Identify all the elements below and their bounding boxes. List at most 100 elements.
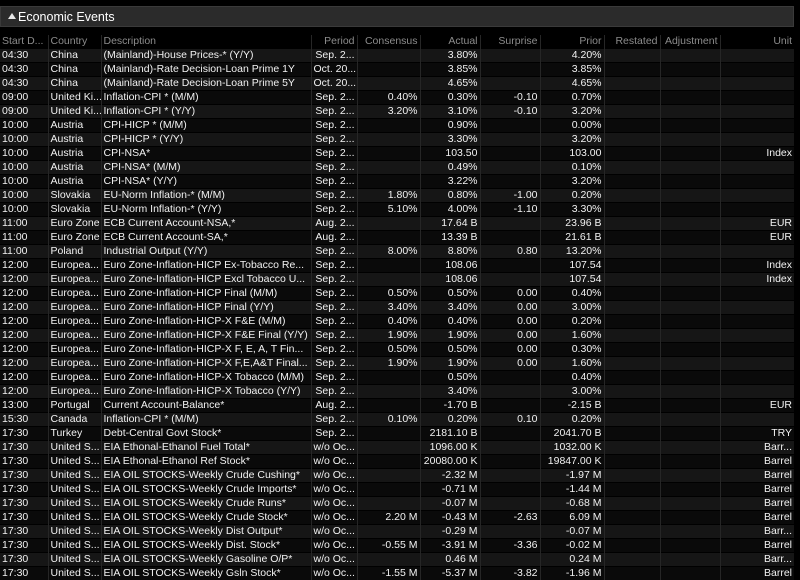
cell-period: Sep. 2... bbox=[311, 203, 357, 217]
table-row[interactable]: 17:30United S...EIA Ethonal-Ethanol Fuel… bbox=[0, 441, 794, 455]
table-row[interactable]: 15:30CanadaInflation-CPI * (M/M)Sep. 2..… bbox=[0, 413, 794, 427]
cell-surprise bbox=[480, 77, 540, 91]
table-row[interactable]: 17:30United S...EIA OIL STOCKS-Weekly Cr… bbox=[0, 511, 794, 525]
collapse-triangle-icon[interactable] bbox=[8, 13, 16, 19]
table-row[interactable]: 10:00SlovakiaEU-Norm Inflation-* (M/M)Se… bbox=[0, 189, 794, 203]
cell-adjustment bbox=[660, 147, 720, 161]
table-row[interactable]: 11:00PolandIndustrial Output (Y/Y)Sep. 2… bbox=[0, 245, 794, 259]
table-row[interactable]: 11:00Euro ZoneECB Current Account-NSA,*A… bbox=[0, 217, 794, 231]
table-row[interactable]: 17:30United S...EIA OIL STOCKS-Weekly Di… bbox=[0, 539, 794, 553]
cell-restated bbox=[604, 203, 660, 217]
cell-period: w/o Oc... bbox=[311, 455, 357, 469]
column-header-start-date[interactable]: Start D... bbox=[0, 35, 48, 49]
cell-actual: -1.70 B bbox=[420, 399, 480, 413]
table-row[interactable]: 12:00Europea...Euro Zone-Inflation-HICP … bbox=[0, 287, 794, 301]
table-row[interactable]: 04:30China(Mainland)-Rate Decision-Loan … bbox=[0, 63, 794, 77]
table-row[interactable]: 17:30United S...EIA Ethonal-Ethanol Ref … bbox=[0, 455, 794, 469]
cell-surprise bbox=[480, 553, 540, 567]
table-row[interactable]: 17:30United S...EIA OIL STOCKS-Weekly Di… bbox=[0, 525, 794, 539]
cell-country: United S... bbox=[48, 469, 101, 483]
cell-surprise bbox=[480, 119, 540, 133]
table-row[interactable]: 17:30United S...EIA OIL STOCKS-Weekly Ga… bbox=[0, 553, 794, 567]
cell-adjustment bbox=[660, 399, 720, 413]
column-header-consensus[interactable]: Consensus bbox=[357, 35, 420, 49]
table-row[interactable]: 12:00Europea...Euro Zone-Inflation-HICP-… bbox=[0, 357, 794, 371]
cell-consensus bbox=[357, 399, 420, 413]
column-header-period[interactable]: Period bbox=[311, 35, 357, 49]
cell-consensus: 2.20 M bbox=[357, 511, 420, 525]
table-row[interactable]: 12:00Europea...Euro Zone-Inflation-HICP-… bbox=[0, 371, 794, 385]
table-row[interactable]: 04:30China(Mainland)-Rate Decision-Loan … bbox=[0, 77, 794, 91]
table-row[interactable]: 11:00Euro ZoneECB Current Account-SA,*Au… bbox=[0, 231, 794, 245]
cell-period: w/o Oc... bbox=[311, 511, 357, 525]
table-row[interactable]: 12:00Europea...Euro Zone-Inflation-HICP … bbox=[0, 259, 794, 273]
cell-country: United S... bbox=[48, 497, 101, 511]
cell-start-date: 17:30 bbox=[0, 427, 48, 441]
cell-surprise: 0.10 bbox=[480, 413, 540, 427]
cell-consensus: 3.20% bbox=[357, 105, 420, 119]
cell-country: Austria bbox=[48, 161, 101, 175]
column-header-prior[interactable]: Prior bbox=[540, 35, 604, 49]
table-row[interactable]: 10:00AustriaCPI-NSA* (Y/Y)Sep. 2...3.22%… bbox=[0, 175, 794, 189]
cell-consensus bbox=[357, 371, 420, 385]
cell-actual: -0.07 M bbox=[420, 497, 480, 511]
table-row[interactable]: 17:30United S...EIA OIL STOCKS-Weekly Cr… bbox=[0, 483, 794, 497]
cell-surprise bbox=[480, 525, 540, 539]
cell-restated bbox=[604, 371, 660, 385]
table-row[interactable]: 17:30TurkeyDebt-Central Govt Stock*Sep. … bbox=[0, 427, 794, 441]
table-row[interactable]: 13:00PortugalCurrent Account-Balance*Aug… bbox=[0, 399, 794, 413]
cell-actual: 3.30% bbox=[420, 133, 480, 147]
table-row[interactable]: 10:00SlovakiaEU-Norm Inflation-* (Y/Y)Se… bbox=[0, 203, 794, 217]
cell-unit bbox=[720, 301, 794, 315]
cell-period: w/o Oc... bbox=[311, 483, 357, 497]
cell-start-date: 10:00 bbox=[0, 147, 48, 161]
cell-actual: 3.22% bbox=[420, 175, 480, 189]
cell-start-date: 17:30 bbox=[0, 455, 48, 469]
column-header-country[interactable]: Country bbox=[48, 35, 101, 49]
cell-actual: 0.50% bbox=[420, 343, 480, 357]
table-row[interactable]: 12:00Europea...Euro Zone-Inflation-HICP … bbox=[0, 301, 794, 315]
table-row[interactable]: 10:00AustriaCPI-NSA*Sep. 2...103.50103.0… bbox=[0, 147, 794, 161]
table-row[interactable]: 12:00Europea...Euro Zone-Inflation-HICP-… bbox=[0, 343, 794, 357]
cell-country: China bbox=[48, 49, 101, 63]
cell-actual: 0.50% bbox=[420, 287, 480, 301]
column-header-restated[interactable]: Restated bbox=[604, 35, 660, 49]
cell-actual: 0.20% bbox=[420, 413, 480, 427]
column-header-description[interactable]: Description bbox=[101, 35, 311, 49]
cell-description: Euro Zone-Inflation-HICP Excl Tobacco U.… bbox=[101, 273, 311, 287]
table-row[interactable]: 12:00Europea...Euro Zone-Inflation-HICP … bbox=[0, 273, 794, 287]
table-row[interactable]: 04:30China(Mainland)-House Prices-* (Y/Y… bbox=[0, 49, 794, 63]
cell-actual: 0.46 M bbox=[420, 553, 480, 567]
column-header-surprise[interactable]: Surprise bbox=[480, 35, 540, 49]
cell-prior: 2041.70 B bbox=[540, 427, 604, 441]
cell-consensus: 1.80% bbox=[357, 189, 420, 203]
table-row[interactable]: 12:00Europea...Euro Zone-Inflation-HICP-… bbox=[0, 329, 794, 343]
cell-surprise: -2.63 bbox=[480, 511, 540, 525]
panel-header[interactable]: Economic Events bbox=[0, 6, 794, 27]
table-row[interactable]: 17:30United S...EIA OIL STOCKS-Weekly Gs… bbox=[0, 567, 794, 580]
table-row[interactable]: 10:00AustriaCPI-HICP * (Y/Y)Sep. 2...3.3… bbox=[0, 133, 794, 147]
table-row[interactable]: 17:30United S...EIA OIL STOCKS-Weekly Cr… bbox=[0, 497, 794, 511]
cell-prior: -1.96 M bbox=[540, 567, 604, 580]
cell-description: CPI-NSA* bbox=[101, 147, 311, 161]
table-row[interactable]: 17:30United S...EIA OIL STOCKS-Weekly Cr… bbox=[0, 469, 794, 483]
table-row[interactable]: 12:00Europea...Euro Zone-Inflation-HICP-… bbox=[0, 385, 794, 399]
cell-description: CPI-HICP * (Y/Y) bbox=[101, 133, 311, 147]
table-row[interactable]: 10:00AustriaCPI-NSA* (M/M)Sep. 2...0.49%… bbox=[0, 161, 794, 175]
cell-country: Europea... bbox=[48, 385, 101, 399]
table-row[interactable]: 12:00Europea...Euro Zone-Inflation-HICP-… bbox=[0, 315, 794, 329]
column-header-unit[interactable]: Unit bbox=[720, 35, 794, 49]
cell-surprise bbox=[480, 371, 540, 385]
table-row[interactable]: 10:00AustriaCPI-HICP * (M/M)Sep. 2...0.9… bbox=[0, 119, 794, 133]
cell-country: Turkey bbox=[48, 427, 101, 441]
cell-consensus bbox=[357, 441, 420, 455]
column-header-actual[interactable]: Actual bbox=[420, 35, 480, 49]
cell-consensus: 0.10% bbox=[357, 413, 420, 427]
table-row[interactable]: 09:00United Ki...Inflation-CPI * (M/M)Se… bbox=[0, 91, 794, 105]
cell-consensus bbox=[357, 175, 420, 189]
column-header-adjustment[interactable]: Adjustment bbox=[660, 35, 720, 49]
cell-prior: -1.97 M bbox=[540, 469, 604, 483]
cell-adjustment bbox=[660, 329, 720, 343]
cell-actual: -2.32 M bbox=[420, 469, 480, 483]
table-row[interactable]: 09:00United Ki...Inflation-CPI * (Y/Y)Se… bbox=[0, 105, 794, 119]
